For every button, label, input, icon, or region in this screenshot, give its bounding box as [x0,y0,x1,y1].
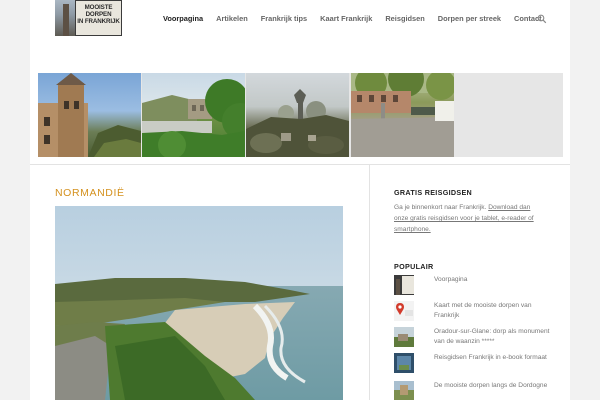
gallery-photo-village-square[interactable] [351,73,454,157]
gorge-illustration [142,79,245,157]
statue-illustration [246,89,349,157]
logo-line-1: MOOISTE [84,4,113,11]
search-icon[interactable] [537,14,547,24]
gallery-photo-river-gorge[interactable] [142,73,245,157]
popular-item-label[interactable]: Oradour-sur-Glane: dorp als monument van… [434,327,552,348]
logo-line-2: DORPEN [85,11,112,18]
site-logo[interactable]: MOOISTE DORPEN IN FRANKRIJK [55,0,122,36]
gallery-photo-castle[interactable] [38,73,141,157]
village-square-illustration [351,73,454,157]
popular-item-label[interactable]: Voorpagina [434,275,552,285]
map-pin-icon [394,301,414,321]
content-divider [30,164,570,165]
popular-item[interactable]: Kaart met de mooiste dorpen van Frankrij… [394,301,554,323]
gallery-photo-statue[interactable] [246,73,349,157]
popular-item-label[interactable]: Kaart met de mooiste dorpen van Frankrij… [434,301,552,322]
site-container: MOOISTE DORPEN IN FRANKRIJK Voorpagina A… [30,0,570,400]
popular-item[interactable]: Oradour-sur-Glane: dorp als monument van… [394,327,554,349]
page-background: MOOISTE DORPEN IN FRANKRIJK Voorpagina A… [0,0,600,400]
main-navigation: Voorpagina Artikelen Frankrijk tips Kaar… [163,12,555,26]
popular-thumb-ebook [394,353,414,373]
widget-title-guides: GRATIS REISGIDSEN [394,188,473,197]
logo-tower-shape [63,4,69,36]
nav-item-voorpagina[interactable]: Voorpagina [163,12,203,26]
nav-item-kaart-frankrijk[interactable]: Kaart Frankrijk [320,12,372,26]
nav-item-artikelen[interactable]: Artikelen [216,12,248,26]
widget-title-popular: POPULAIR [394,262,434,271]
popular-item[interactable]: De mooiste dorpen langs de Dordogne [394,381,554,400]
photo-gallery [38,73,563,157]
castle-illustration [38,73,141,157]
popular-thumb-dordogne [394,381,414,400]
popular-item[interactable]: Voorpagina [394,275,554,297]
sidebar-divider [369,165,370,400]
post-featured-image[interactable] [55,206,343,400]
post-title[interactable]: NORMANDIË [55,187,125,199]
guides-text-prefix: Ga je binnenkort naar Frankrijk. [394,204,489,211]
popular-item-label[interactable]: De mooiste dorpen langs de Dordogne [434,381,552,391]
popular-thumb-oradour [394,327,414,347]
popular-thumb-logo [394,275,414,295]
nav-item-frankrijk-tips[interactable]: Frankrijk tips [261,12,307,26]
logo-line-3: IN FRANKRIJK [77,18,120,25]
normandy-coast-illustration [55,206,343,400]
guides-description: Ga je binnenkort naar Frankrijk. Downloa… [394,202,544,236]
logo-text: MOOISTE DORPEN IN FRANKRIJK [76,1,121,35]
site-header: MOOISTE DORPEN IN FRANKRIJK Voorpagina A… [30,0,570,42]
popular-item[interactable]: Reisgidsen Frankrijk in e-book formaat [394,353,554,375]
popular-item-label[interactable]: Reisgidsen Frankrijk in e-book formaat [434,353,552,363]
nav-item-reisgidsen[interactable]: Reisgidsen [385,12,424,26]
nav-item-dorpen-per-streek[interactable]: Dorpen per streek [438,12,501,26]
